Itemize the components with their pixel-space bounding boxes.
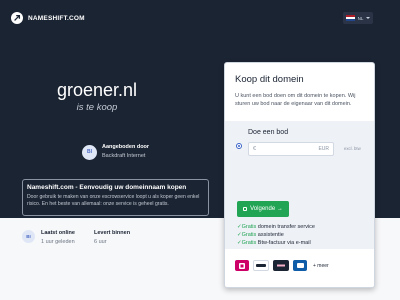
giropay-logo-icon — [293, 260, 307, 271]
payment-methods: + meer — [235, 260, 329, 271]
domain-name: groener.nl — [56, 80, 138, 100]
seller-info: BI Aangeboden door Backdraft Internet — [82, 143, 149, 161]
bid-amount-input[interactable]: € EUR — [248, 142, 334, 156]
language-selector[interactable]: NL — [343, 12, 373, 24]
language-code: NL — [357, 15, 364, 21]
bid-unit: EUR — [318, 146, 329, 152]
brand-logo[interactable]: NAMESHIFT.COM — [11, 12, 85, 24]
seller-name: Backdraft Internet — [102, 153, 146, 159]
currency-symbol: € — [253, 146, 257, 152]
next-button[interactable]: Volgende → — [237, 201, 289, 217]
seller-title: Aangeboden door — [102, 144, 150, 150]
info-title: Nameshift.com - Eenvoudig uw domeinnaam … — [27, 184, 187, 191]
seller-avatar: BI — [82, 144, 97, 160]
delivery-title: Levert binnen — [94, 230, 131, 236]
last-online-title: Laatst online — [41, 230, 75, 236]
card-description: U kunt een bod doen om dit domein te kop… — [235, 93, 356, 107]
ideal-logo-icon — [235, 260, 249, 271]
feature-list: ✓Gratis domein transfer service ✓Gratis … — [237, 223, 315, 247]
owner-avatar: BI — [22, 230, 35, 243]
delivery-value: 6 uur — [94, 239, 107, 245]
klarna-logo-icon — [273, 260, 289, 271]
bid-radio[interactable] — [236, 143, 242, 149]
brand-name: NAMESHIFT.COM — [28, 14, 85, 22]
for-sale-tagline: is te koop — [76, 102, 118, 113]
feature-item: ✓Gratis assistentie — [237, 232, 284, 238]
card-title: Koop dit domein — [235, 74, 304, 85]
last-online: BI Laatst online 1 uur geleden — [22, 229, 75, 247]
logo-arrow-icon — [11, 12, 23, 24]
feature-item: ✓Gratis domein transfer service — [237, 224, 315, 230]
feature-item: ✓Gratis Btw-factuur via e-mail — [237, 240, 311, 246]
lock-icon — [243, 207, 248, 211]
info-text: Door gebruik te maken van onze escrowser… — [27, 194, 200, 207]
info-box: Nameshift.com - Eenvoudig uw domeinnaam … — [22, 179, 209, 216]
chevron-down-icon — [366, 17, 371, 19]
nl-flag-icon — [345, 15, 355, 21]
buy-domain-card: Koop dit domein U kunt een bod doen om d… — [224, 62, 375, 288]
vat-note: excl. btw — [344, 146, 361, 151]
last-online-value: 1 uur geleden — [41, 239, 75, 245]
bid-label: Doe een bod — [248, 129, 289, 136]
more-payments[interactable]: + meer — [313, 263, 329, 269]
delivery-time: Levert binnen 6 uur — [94, 229, 130, 247]
next-button-label: Volgende → — [250, 206, 283, 212]
paypal-logo-icon — [253, 260, 269, 271]
